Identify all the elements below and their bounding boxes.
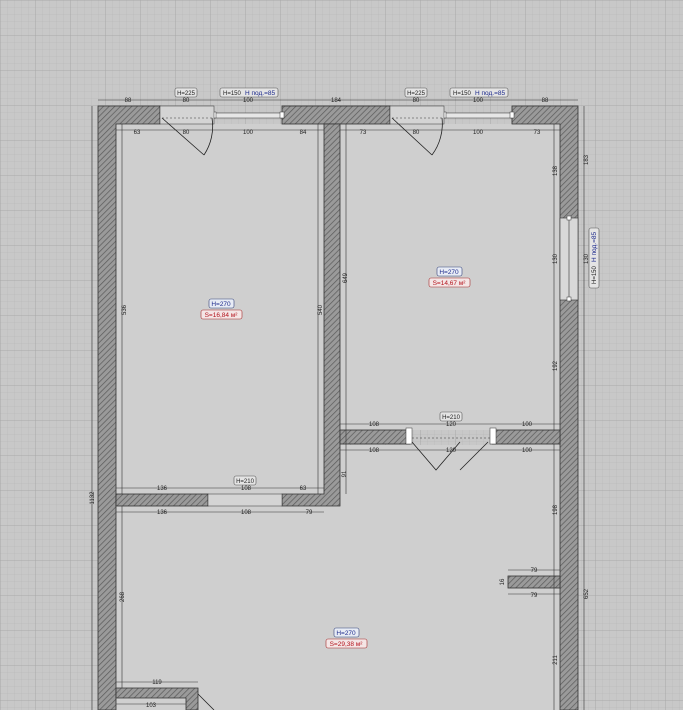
wall-room1-bottom bbox=[115, 493, 209, 507]
dim-bot-119: 119 bbox=[152, 680, 162, 686]
tag-win1-h: H=150 bbox=[223, 91, 242, 97]
dim-mid-540: 540 bbox=[318, 304, 324, 315]
dim-r2-80: 80 bbox=[413, 130, 420, 136]
inner-door-1[interactable] bbox=[207, 493, 283, 507]
dim-stub-79a: 79 bbox=[531, 568, 538, 574]
floor-plan: 88 80 100 184 80 100 88 63 80 100 84 73 … bbox=[0, 0, 683, 710]
dim-r3-t-108: 108 bbox=[241, 510, 252, 516]
dim-r1-84: 84 bbox=[300, 130, 307, 136]
room-2-floor bbox=[340, 124, 560, 430]
tag-win2-h: H=150 bbox=[453, 91, 472, 97]
dim-r2-right-138: 138 bbox=[553, 165, 559, 176]
room-1-area: S=16,84 м² bbox=[205, 312, 239, 319]
dim-r2-right-192: 192 bbox=[553, 360, 559, 371]
tag-inner-door-1: H=210 bbox=[236, 479, 255, 485]
dim-r2-b-108: 108 bbox=[369, 422, 380, 428]
room-2-height: H=270 bbox=[439, 269, 459, 276]
dim-top-80-a: 80 bbox=[183, 98, 190, 104]
top-window-1[interactable] bbox=[213, 112, 283, 119]
dim-bot-103: 103 bbox=[146, 703, 157, 709]
tag-inner-door-2: H=210 bbox=[442, 415, 461, 421]
dim-r1-b-136: 136 bbox=[157, 486, 168, 492]
dim-top-80-b: 80 bbox=[413, 98, 420, 104]
dim-top-88-left: 88 bbox=[125, 98, 132, 104]
dim-r3-t-136: 136 bbox=[157, 510, 168, 516]
tag-win2-sill: H под.=85 bbox=[475, 90, 506, 97]
dim-left-1132: 1132 bbox=[90, 491, 96, 505]
tag-side-win-h: H=150 bbox=[592, 265, 598, 284]
dim-mid-649: 649 bbox=[343, 272, 349, 283]
tag-side-win-sill: H под.=85 bbox=[591, 231, 598, 262]
dim-left-536: 536 bbox=[122, 304, 128, 315]
room-3-height: H=270 bbox=[336, 630, 356, 637]
tag-door1-h: H=225 bbox=[177, 91, 196, 97]
dim-r2-b-100: 100 bbox=[522, 422, 533, 428]
dim-r3-right-211: 211 bbox=[553, 655, 559, 665]
dim-mid-91: 91 bbox=[342, 470, 348, 477]
dim-r3-t2-120: 120 bbox=[446, 448, 457, 454]
dim-r3-t-79: 79 bbox=[306, 510, 313, 516]
wall-stub-right bbox=[507, 575, 561, 589]
dim-r1-80: 80 bbox=[183, 130, 190, 136]
dim-outer-652: 652 bbox=[584, 588, 590, 599]
dim-stub-79b: 79 bbox=[531, 593, 538, 599]
dim-top-88-right: 88 bbox=[542, 98, 549, 104]
top-window-2[interactable] bbox=[443, 112, 513, 119]
tag-win1-sill: H под.=85 bbox=[245, 90, 276, 97]
dim-r1-b-108: 108 bbox=[241, 486, 252, 492]
wall-room2-bottom-left bbox=[339, 429, 411, 445]
tag-door2-h: H=225 bbox=[407, 91, 426, 97]
dim-top-184: 184 bbox=[331, 98, 342, 104]
dim-r1-b-63: 63 bbox=[300, 486, 307, 492]
dim-stub-16: 16 bbox=[500, 578, 506, 585]
dim-top-100-b: 100 bbox=[473, 98, 484, 104]
room-2-area: S=14,67 м² bbox=[433, 280, 467, 287]
dim-r2-right-130: 130 bbox=[553, 253, 559, 264]
dim-r3-t2-108: 108 bbox=[369, 448, 380, 454]
dim-r3-right-198: 198 bbox=[553, 504, 559, 515]
dim-r2-b-120: 120 bbox=[446, 422, 457, 428]
room-3-area: S=29,38 м² bbox=[330, 641, 364, 648]
dim-r2-73a: 73 bbox=[360, 130, 367, 136]
dim-outer-183: 183 bbox=[584, 154, 590, 165]
wall-top-middle bbox=[281, 105, 391, 125]
room-1-height: H=270 bbox=[211, 301, 231, 308]
floor-plan-canvas[interactable]: 88 80 100 184 80 100 88 63 80 100 84 73 … bbox=[0, 0, 683, 710]
dim-r2-73b: 73 bbox=[534, 130, 541, 136]
dim-r3-left-268: 268 bbox=[120, 591, 126, 602]
dim-r3-t2-100: 100 bbox=[522, 448, 533, 454]
wall-room2-bottom-right bbox=[491, 429, 561, 445]
dim-r1-100: 100 bbox=[243, 130, 254, 136]
dim-top-100-a: 100 bbox=[243, 98, 254, 104]
room-1-floor bbox=[116, 124, 324, 494]
dim-r2-100: 100 bbox=[473, 130, 484, 136]
dim-r1-63: 63 bbox=[134, 130, 141, 136]
